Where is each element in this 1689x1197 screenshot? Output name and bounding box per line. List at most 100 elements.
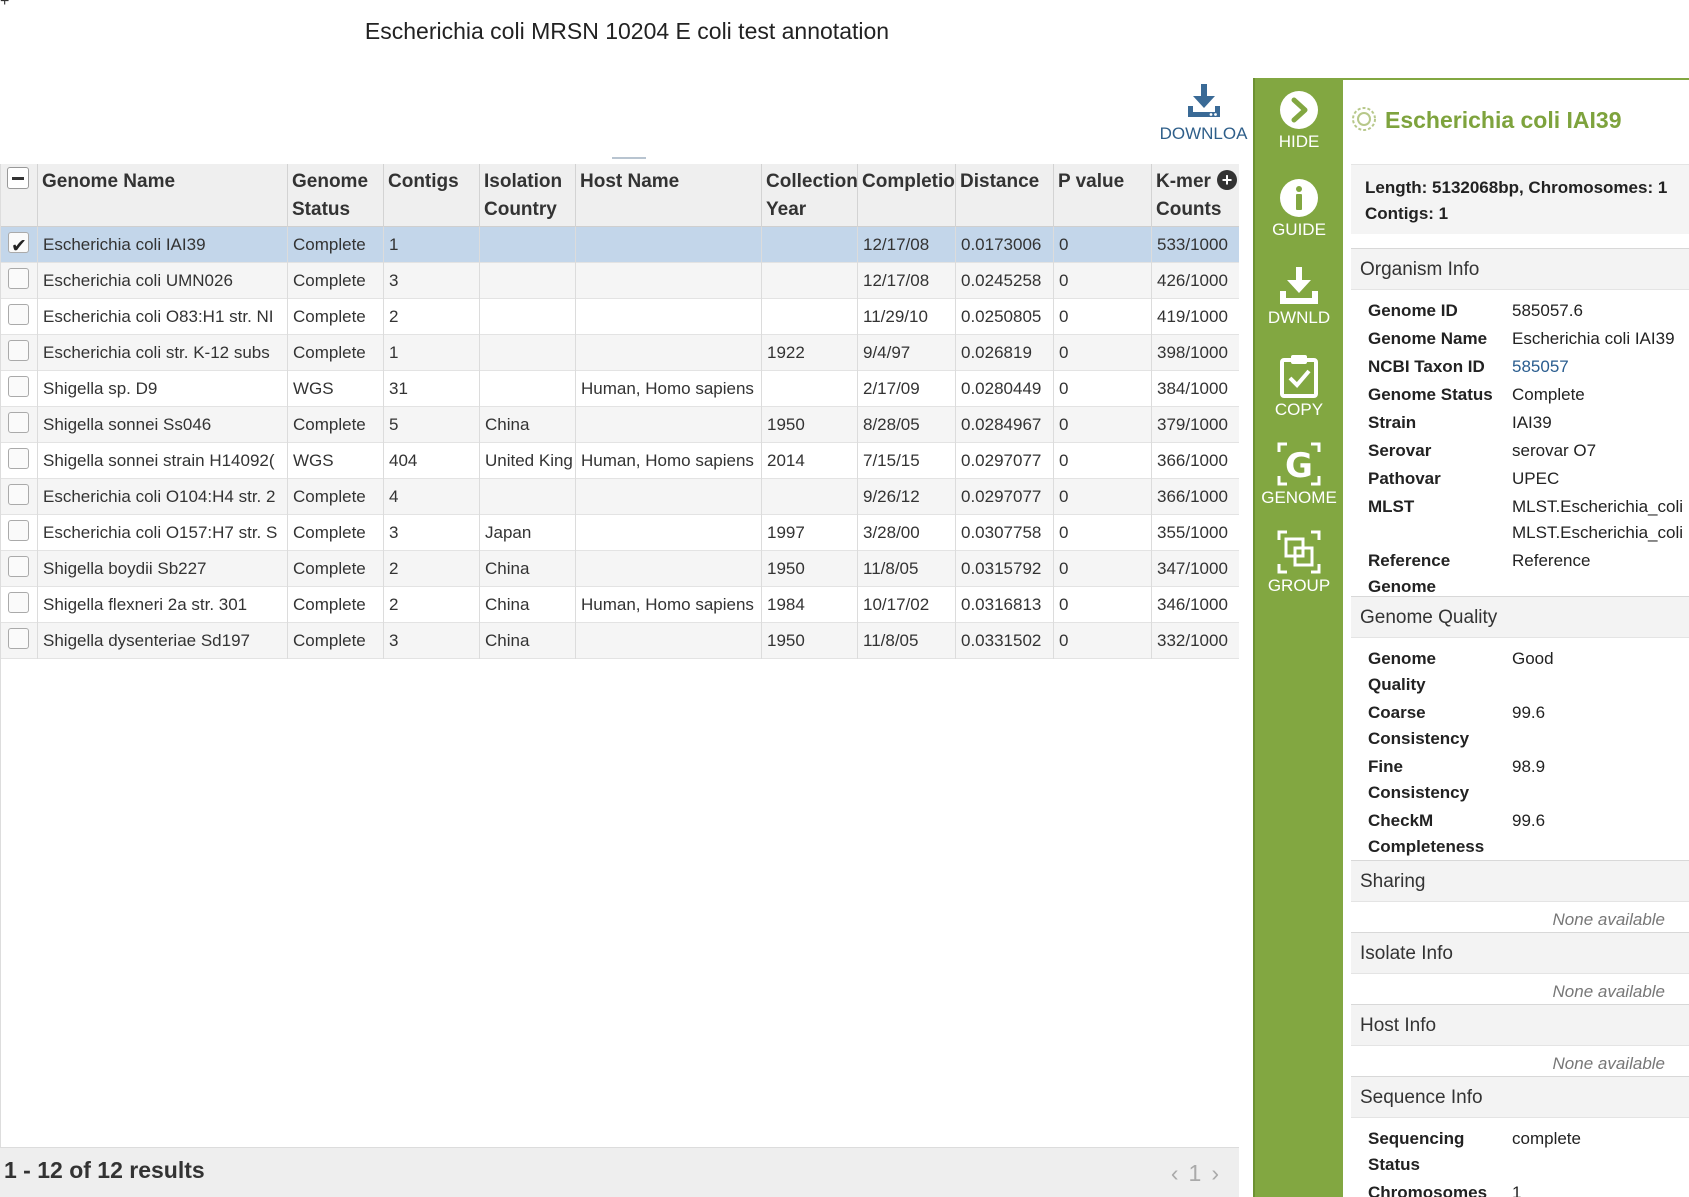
table-row[interactable]: Shigella flexneri 2a str. 301 Complete 2 Ch… xyxy=(1,587,1239,623)
cell-completion-date: 11/29/10 xyxy=(858,299,956,335)
genome-quality-section: Genome Quality Genome Quality Good Coarse C… xyxy=(1351,596,1689,860)
cell-distance: 0.0315792 xyxy=(956,551,1054,587)
row-checkbox[interactable] xyxy=(8,592,29,613)
cell-contigs: 4 xyxy=(384,479,480,515)
cell-p-value: 0 xyxy=(1054,587,1152,623)
col-header-contigs[interactable]: Contigs xyxy=(384,164,480,227)
col-header-genome-name[interactable]: Genome Name xyxy=(38,164,288,227)
cell-contigs: 2 xyxy=(384,299,480,335)
row-checkbox-cell xyxy=(1,371,38,407)
sequence-info-heading[interactable]: Sequence Info xyxy=(1351,1076,1689,1118)
cell-contigs: 2 xyxy=(384,587,480,623)
panel-title: Escherichia coli IAI39 xyxy=(1351,106,1622,134)
table-row[interactable]: Shigella sonnei strain H14092(WGS 404 Unit… xyxy=(1,443,1239,479)
cell-kmer-counts: 384/1000 xyxy=(1152,371,1239,407)
row-checkbox-cell xyxy=(1,335,38,371)
row-checkbox[interactable] xyxy=(8,556,29,577)
row-checkbox[interactable] xyxy=(8,229,29,263)
column-drag-handle[interactable] xyxy=(612,157,646,159)
cell-completion-date: 2/17/09 xyxy=(858,371,956,407)
cell-genome-status: Complete xyxy=(288,623,384,659)
col-header-collection-year[interactable]: Collection Year xyxy=(762,164,858,227)
dwnld-button[interactable]: DWNLD xyxy=(1255,266,1343,328)
col-header-host-name[interactable]: Host Name xyxy=(576,164,762,227)
sharing-heading[interactable]: Sharing xyxy=(1351,860,1689,902)
cell-collection-year: 1950 xyxy=(762,551,858,587)
add-column-icon[interactable]: + xyxy=(1217,170,1237,190)
cell-kmer-counts: 366/1000 xyxy=(1152,479,1239,515)
host-info-heading[interactable]: Host Info xyxy=(1351,1004,1689,1046)
table-row[interactable]: Shigella boydii Sb227 Complete 2 China 1950 1… xyxy=(1,551,1239,587)
cell-contigs: 404 xyxy=(384,443,480,479)
cell-p-value: 0 xyxy=(1054,263,1152,299)
table-row[interactable]: Escherichia coli UMN026 Complete 3 12/17/08… xyxy=(1,263,1239,299)
cell-genome-name: Escherichia coli UMN026 xyxy=(38,263,288,299)
cell-isolation-country: China xyxy=(480,587,576,623)
col-header-genome-status[interactable]: Genome Status xyxy=(288,164,384,227)
isolate-info-heading[interactable]: Isolate Info xyxy=(1351,932,1689,974)
group-squares-icon xyxy=(1277,530,1321,574)
dwnld-label: DWNLD xyxy=(1267,308,1331,327)
cell-distance: 0.0307758 xyxy=(956,515,1054,551)
cell-contigs: 5 xyxy=(384,407,480,443)
cell-completion-date: 7/15/15 xyxy=(858,443,956,479)
row-checkbox[interactable] xyxy=(8,340,29,361)
cell-genome-status: Complete xyxy=(288,335,384,371)
cell-distance: 0.0284967 xyxy=(956,407,1054,443)
genome-g-icon: G xyxy=(1277,442,1321,486)
row-checkbox[interactable] xyxy=(8,520,29,541)
organism-info-section: Organism Info Genome ID 585057.6 Genome N… xyxy=(1351,248,1689,596)
cell-collection-year: 1922 xyxy=(762,335,858,371)
genome-button[interactable]: G GENOME xyxy=(1255,442,1343,508)
cell-genome-status: Complete xyxy=(288,299,384,335)
group-button[interactable]: GROUP xyxy=(1255,530,1343,596)
table-row[interactable]: Shigella sonnei Ss046 Complete 5 China 1950 8… xyxy=(1,407,1239,443)
cell-isolation-country xyxy=(480,335,576,371)
row-checkbox[interactable] xyxy=(8,412,29,433)
cell-contigs: 3 xyxy=(384,263,480,299)
grid-body: Escherichia coli IAI39Complete112/17/080… xyxy=(1,227,1239,659)
hide-label: HIDE xyxy=(1278,132,1320,151)
cell-contigs: 31 xyxy=(384,371,480,407)
current-page[interactable]: 1 xyxy=(1189,1160,1212,1186)
table-row[interactable]: Shigella dysenteriae Sd197 Complete 3 China… xyxy=(1,623,1239,659)
genome-summary: Length: 5132068bp, Chromosomes: 1 Contig… xyxy=(1351,164,1689,234)
table-row[interactable]: Escherichia coli O157:H7 str. S Complete 3… xyxy=(1,515,1239,551)
select-all-checkbox[interactable] xyxy=(1,164,38,227)
col-header-completion-date[interactable]: Completion Date xyxy=(858,164,956,227)
hide-button[interactable]: HIDE xyxy=(1255,90,1343,152)
copy-button[interactable]: COPY xyxy=(1255,354,1343,420)
row-checkbox[interactable] xyxy=(8,268,29,289)
row-checkbox[interactable] xyxy=(8,376,29,397)
cell-p-value: 0 xyxy=(1054,371,1152,407)
col-header-distance[interactable]: Distance xyxy=(956,164,1054,227)
guide-button[interactable]: GUIDE xyxy=(1255,178,1343,240)
next-page-icon[interactable]: › xyxy=(1211,1160,1229,1186)
download-button[interactable]: DOWNLOA xyxy=(1155,84,1252,150)
cell-genome-status: Complete xyxy=(288,263,384,299)
col-header-isolation-country[interactable]: Isolation Country xyxy=(480,164,576,227)
table-row[interactable]: Escherichia coli str. K-12 subs Complete 1… xyxy=(1,335,1239,371)
organism-info-heading[interactable]: Organism Info xyxy=(1351,248,1689,290)
row-checkbox[interactable] xyxy=(8,448,29,469)
cell-completion-date: 10/17/02 xyxy=(858,587,956,623)
taxon-link[interactable]: 585057 xyxy=(1512,354,1569,380)
cell-genome-name: Escherichia coli IAI39 xyxy=(38,227,288,263)
genome-quality-heading[interactable]: Genome Quality xyxy=(1351,596,1689,638)
table-row[interactable]: Escherichia coli O83:H1 str. NI Complete 2… xyxy=(1,299,1239,335)
table-row[interactable]: Escherichia coli IAI39Complete112/17/080… xyxy=(1,227,1239,263)
cell-collection-year xyxy=(762,263,858,299)
table-row[interactable]: Escherichia coli O104:H4 str. 2 Complete 4… xyxy=(1,479,1239,515)
cell-completion-date: 9/4/97 xyxy=(858,335,956,371)
cell-isolation-country: China xyxy=(480,623,576,659)
row-checkbox[interactable] xyxy=(8,304,29,325)
isolate-info-section: Isolate Info None available xyxy=(1351,932,1689,1010)
prev-page-icon[interactable]: ‹ xyxy=(1171,1160,1189,1186)
col-header-p-value[interactable]: P value xyxy=(1054,164,1152,227)
row-checkbox-cell xyxy=(1,263,38,299)
table-row[interactable]: Shigella sp. D9 WGS 31 Human, Homo sapiens 2… xyxy=(1,371,1239,407)
row-checkbox[interactable] xyxy=(8,484,29,505)
cell-genome-name: Shigella flexneri 2a str. 301 xyxy=(38,587,288,623)
cell-host-name xyxy=(576,515,762,551)
row-checkbox[interactable] xyxy=(8,628,29,649)
